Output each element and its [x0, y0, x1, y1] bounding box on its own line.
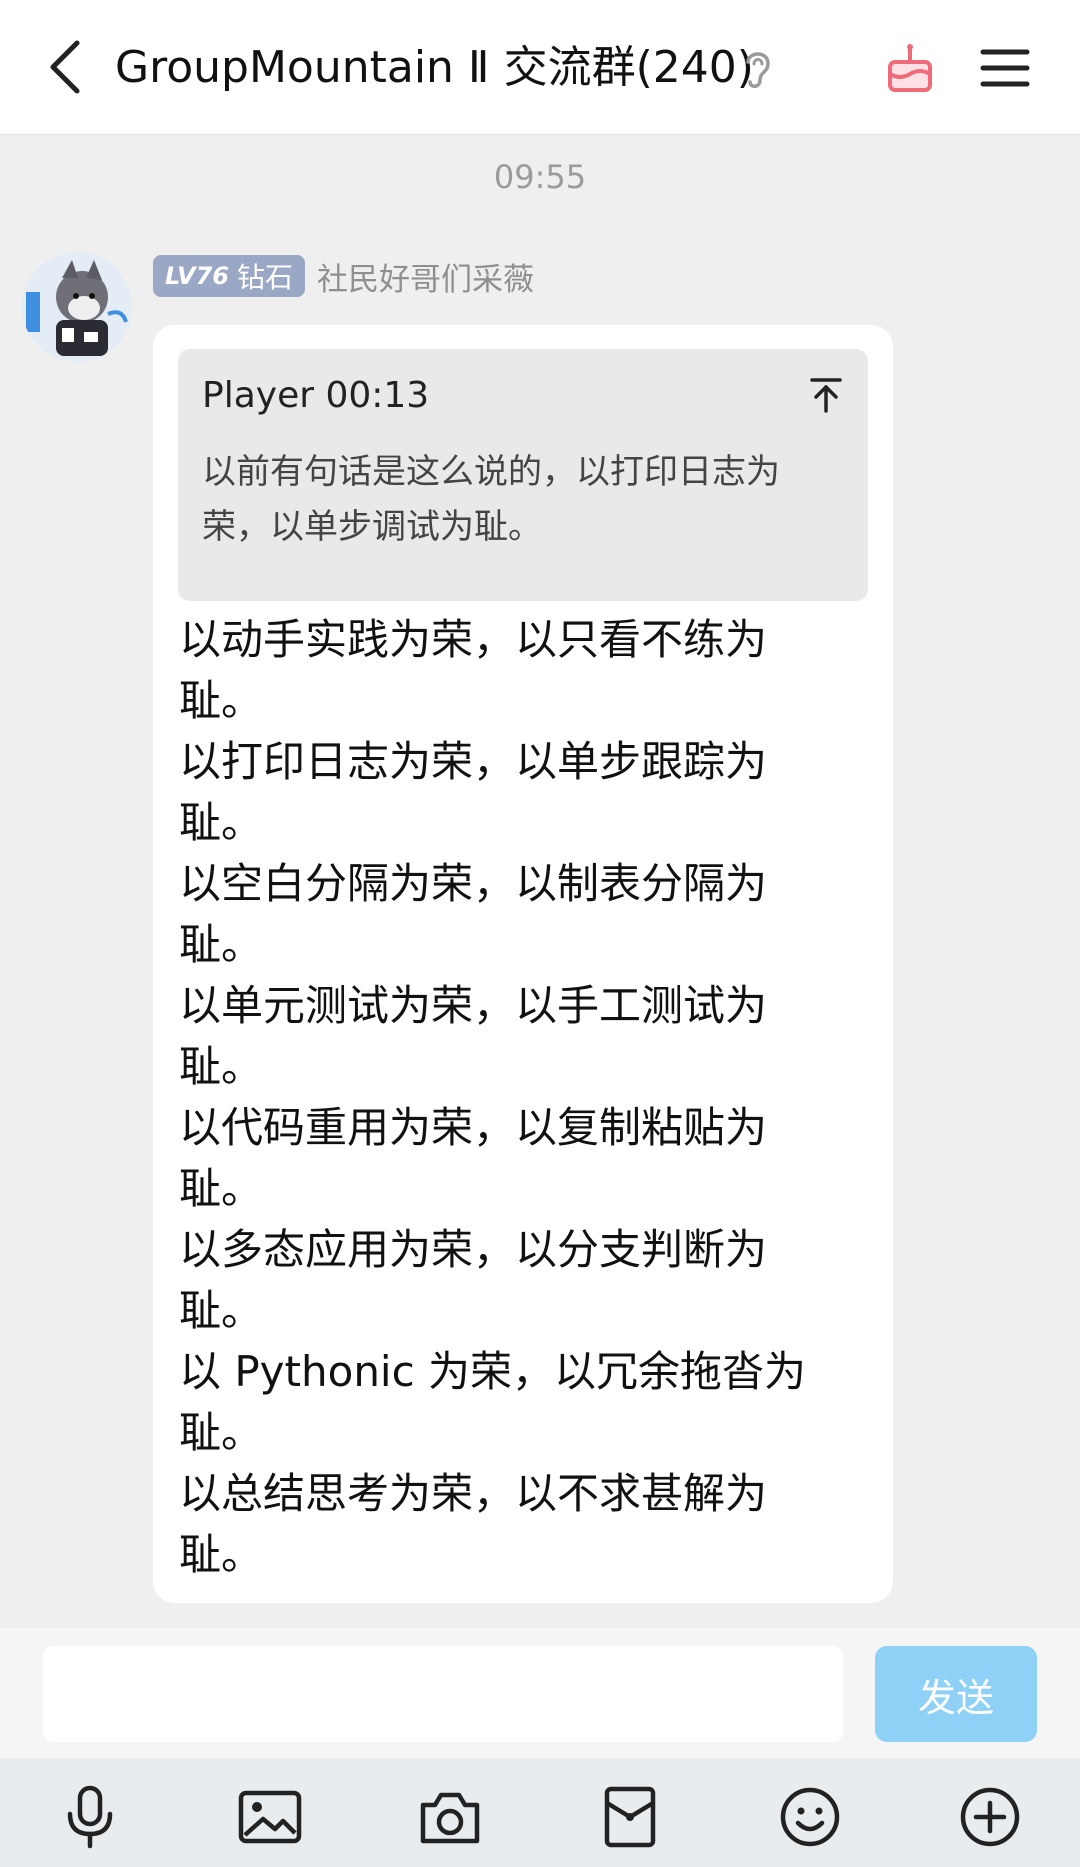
composer: 发送	[0, 1628, 1080, 1758]
voice-button[interactable]	[57, 1784, 123, 1850]
camera-icon	[420, 1792, 480, 1844]
level-badge: LV76 钻石	[153, 255, 305, 297]
message-line: 以空白分隔为荣，以制表分隔为	[179, 859, 768, 908]
message-line: 耻。	[179, 1286, 264, 1335]
back-button[interactable]	[30, 32, 100, 102]
quote-author-time: Player 00:13	[202, 375, 430, 416]
message-line: 以打印日志为荣，以单步跟踪为	[179, 737, 768, 786]
plus-icon	[960, 1787, 1020, 1847]
image-icon	[238, 1790, 302, 1844]
quoted-reply[interactable]: Player 00:13 以前有句话是这么说的，以打印日志为荣，以单步调试为耻。	[178, 349, 868, 601]
menu-button[interactable]	[975, 38, 1035, 98]
message-line: 以单元测试为荣，以手工测试为	[179, 981, 768, 1030]
more-button[interactable]	[957, 1784, 1023, 1850]
message-line: 以多态应用为荣，以分支判断为	[179, 1225, 768, 1274]
message-timestamp: 09:55	[493, 158, 587, 196]
red-packet-icon	[604, 1786, 656, 1848]
chat-screen: GroupMountain Ⅱ 交流群(240) 09:55 LV76 钻石 社…	[0, 0, 1080, 1867]
message-line: 耻。	[179, 920, 264, 969]
quote-text: 以前有句话是这么说的，以打印日志为荣，以单步调试为耻。	[202, 452, 780, 547]
sender-info: LV76 钻石 社民好哥们采薇	[153, 254, 534, 298]
message-line: 以代码重用为荣，以复制粘贴为	[179, 1103, 768, 1152]
avatar-image	[22, 252, 132, 362]
message-line: 耻。	[179, 1408, 264, 1457]
message-line: 耻。	[179, 1530, 264, 1579]
message-line: 耻。	[179, 676, 264, 725]
microphone-icon	[67, 1785, 113, 1849]
message-input[interactable]	[43, 1646, 843, 1742]
message-line: 耻。	[179, 1042, 264, 1091]
input-toolbar	[0, 1758, 1080, 1867]
back-arrow-icon	[50, 40, 80, 94]
sender-name[interactable]: 社民好哥们采薇	[317, 254, 534, 299]
message-line: 以动手实践为荣，以只看不练为	[179, 615, 768, 664]
group-birthday-button[interactable]	[880, 38, 940, 98]
camera-button[interactable]	[417, 1784, 483, 1850]
page-title[interactable]: GroupMountain Ⅱ 交流群(240)	[115, 38, 754, 98]
badge-label: 钻石	[236, 261, 293, 294]
message-text: 以动手实践为荣，以只看不练为 耻。 以打印日志为荣，以单步跟踪为 耻。 以空白分…	[179, 609, 869, 1585]
gallery-button[interactable]	[237, 1784, 303, 1850]
message-line: 以 Pythonic 为荣，以冗余拖沓为	[179, 1347, 807, 1396]
red-packet-button[interactable]	[597, 1784, 663, 1850]
emoji-icon	[780, 1787, 840, 1847]
message-bubble[interactable]: Player 00:13 以前有句话是这么说的，以打印日志为荣，以单步调试为耻。…	[153, 325, 893, 1603]
message-line: 耻。	[179, 1164, 264, 1213]
avatar[interactable]	[22, 252, 132, 362]
jump-to-original-icon[interactable]	[806, 375, 846, 415]
menu-icon	[980, 49, 1030, 87]
emoji-button[interactable]	[777, 1784, 843, 1850]
ear-icon[interactable]	[740, 46, 776, 92]
top-bar: GroupMountain Ⅱ 交流群(240)	[0, 0, 1080, 135]
message-line: 以总结思考为荣，以不求甚解为	[179, 1469, 768, 1518]
cake-icon	[888, 44, 932, 92]
send-button[interactable]: 发送	[875, 1646, 1037, 1742]
level-label: LV76	[165, 262, 229, 290]
message-line: 耻。	[179, 798, 264, 847]
